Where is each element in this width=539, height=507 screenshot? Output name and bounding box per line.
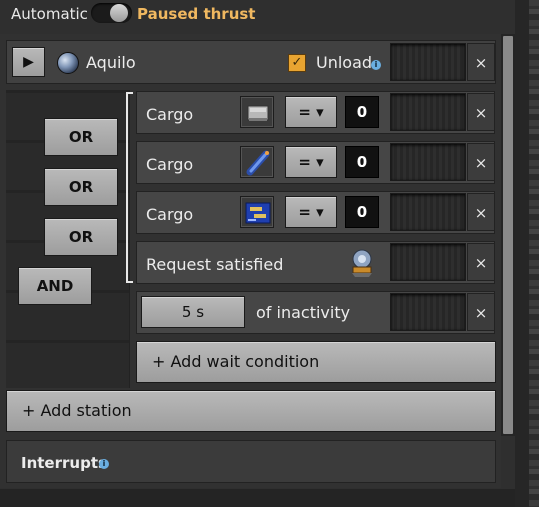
condition-progress-slot (390, 93, 466, 131)
value-input[interactable]: 0 (345, 96, 379, 128)
interrupts-label: Interrupts (21, 454, 107, 472)
inactivity-label: of inactivity (256, 303, 351, 322)
background-edge (529, 0, 539, 507)
processing-unit-item-icon[interactable] (240, 196, 274, 228)
remove-station-button[interactable]: × (467, 43, 495, 81)
planet-icon (57, 52, 79, 74)
condition-progress-slot (390, 143, 466, 181)
station-progress-slot (390, 43, 466, 81)
remove-condition-button[interactable]: × (467, 143, 495, 181)
remove-condition-button[interactable]: × (467, 193, 495, 231)
landing-pad-icon (345, 245, 379, 279)
remove-condition-button[interactable]: × (467, 93, 495, 131)
or-button-2[interactable]: OR (44, 168, 118, 206)
or-button-1[interactable]: OR (44, 118, 118, 156)
interrupts-info-icon: i (99, 459, 109, 469)
and-button[interactable]: AND (18, 267, 92, 305)
automatic-label: Automatic (11, 5, 88, 23)
play-button[interactable]: ▶ (12, 47, 45, 77)
remove-condition-button[interactable]: × (467, 293, 495, 331)
rocket-fuel-item-icon[interactable] (240, 146, 274, 178)
station-name: Aquilo (86, 53, 136, 72)
or-button-3[interactable]: OR (44, 218, 118, 256)
inactivity-time-button[interactable]: 5 s (141, 296, 245, 328)
value-input[interactable]: 0 (345, 196, 379, 228)
comparator-dropdown[interactable]: = ▾ (285, 146, 337, 178)
or-group-bracket (126, 92, 133, 283)
condition-progress-slot (390, 193, 466, 231)
unload-label: Unload (316, 53, 373, 72)
condition-progress-slot (390, 243, 466, 281)
paused-thrust-label: Paused thrust (137, 5, 256, 23)
toggle-knob (110, 4, 128, 22)
unload-checkbox[interactable]: ✓ (288, 54, 306, 72)
comparator-dropdown[interactable]: = ▾ (285, 196, 337, 228)
scrollbar-thumb[interactable] (503, 36, 513, 434)
condition-label: Cargo (146, 155, 194, 174)
value-input[interactable]: 0 (345, 146, 379, 178)
condition-label: Cargo (146, 105, 194, 124)
comparator-dropdown[interactable]: = ▾ (285, 96, 337, 128)
add-wait-condition-button[interactable]: + Add wait condition (136, 341, 496, 383)
automatic-toggle[interactable] (91, 3, 132, 23)
add-station-button[interactable]: + Add station (6, 390, 496, 432)
condition-progress-slot (390, 293, 466, 331)
condition-label: Request satisfied (146, 255, 284, 274)
bottom-frame (0, 489, 515, 507)
concrete-item-icon[interactable] (240, 96, 274, 128)
info-icon: i (371, 60, 381, 70)
condition-label: Cargo (146, 205, 194, 224)
remove-condition-button[interactable]: × (467, 243, 495, 281)
